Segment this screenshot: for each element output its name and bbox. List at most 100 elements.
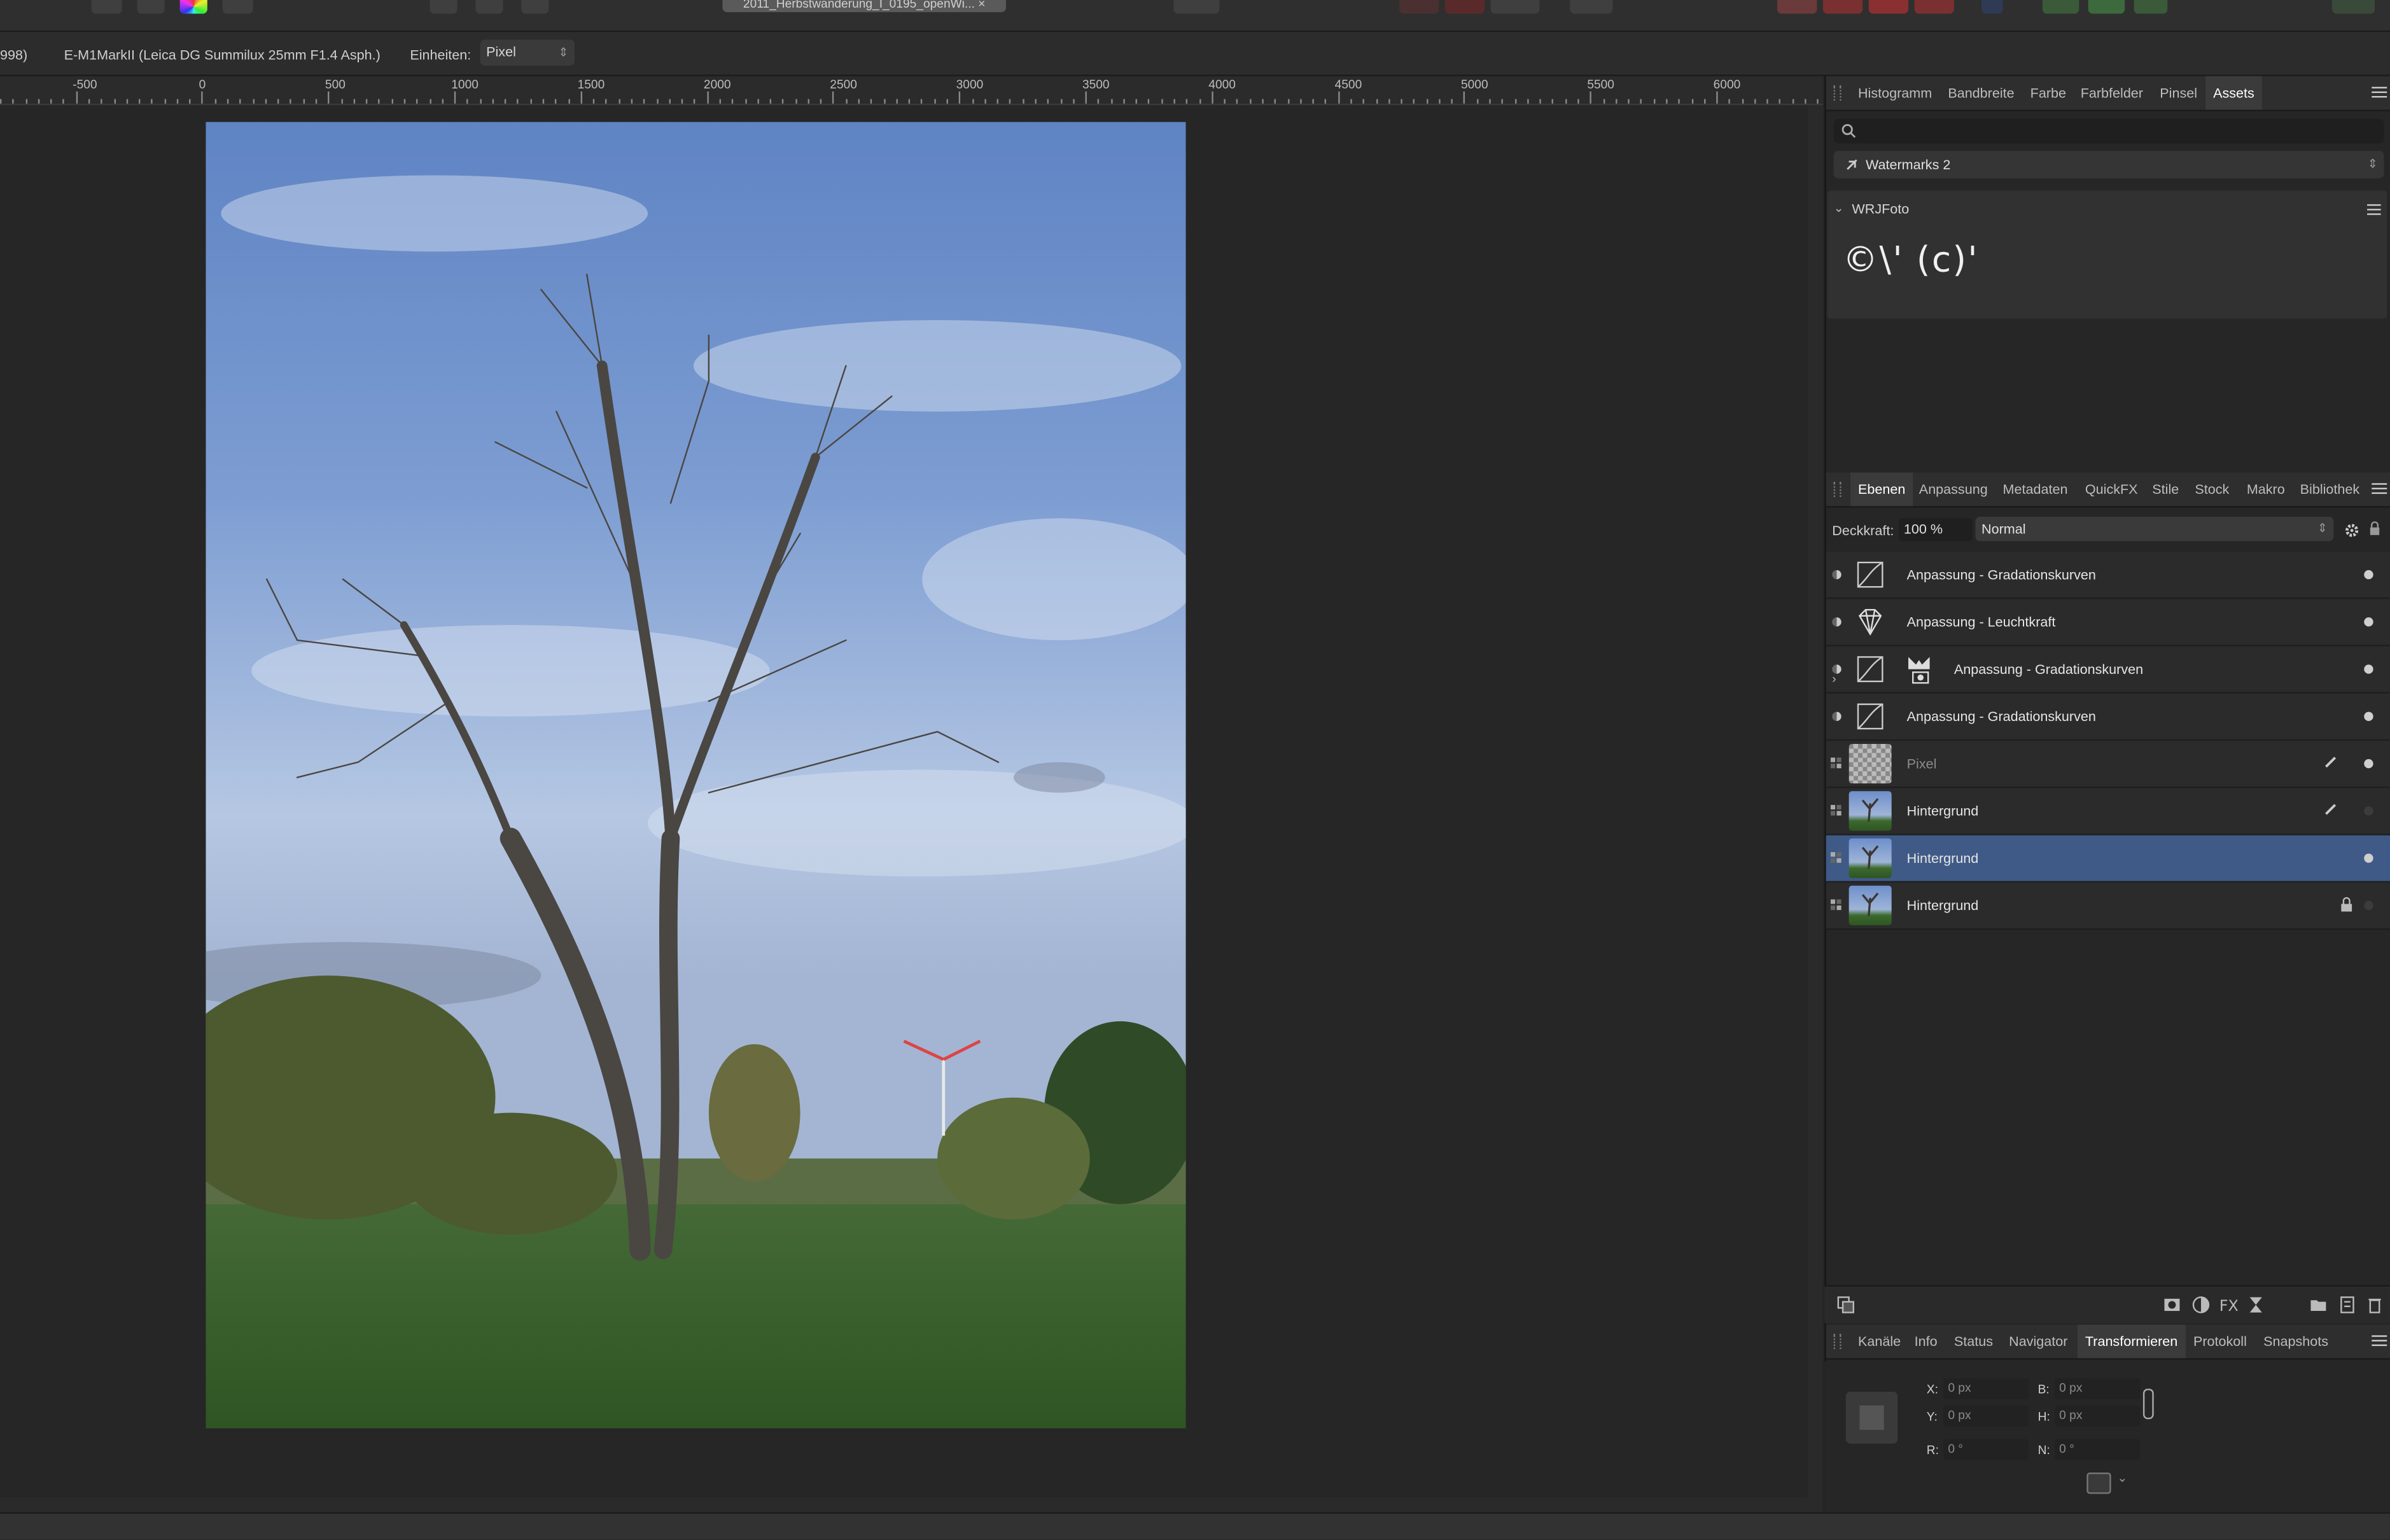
visibility-toggle[interactable]: [2364, 759, 2373, 769]
visibility-toggle[interactable]: [2364, 711, 2373, 722]
panel-menu-icon[interactable]: [2372, 84, 2387, 102]
toolbar-button-arrange2[interactable]: [1822, 0, 1863, 14]
tab-bibliothek[interactable]: Bibliothek: [2300, 473, 2359, 507]
blend-icon[interactable]: [1831, 710, 1843, 722]
expand-chevron-icon[interactable]: ›: [1832, 672, 1836, 686]
tab-navigator[interactable]: Navigator: [2009, 1325, 2067, 1359]
panel-grip[interactable]: [1833, 1333, 1841, 1349]
color-wheel-icon[interactable]: [179, 0, 207, 14]
n-field[interactable]: 0 °: [2054, 1439, 2141, 1460]
toolbar-button-flag[interactable]: [1981, 0, 2003, 14]
panel-grip[interactable]: [1833, 85, 1841, 101]
layer-options-icon[interactable]: [1836, 1296, 1855, 1314]
toolbar-button-grid2[interactable]: [475, 0, 503, 14]
tab-status[interactable]: Status: [1954, 1325, 1993, 1359]
assets-search-input[interactable]: [1833, 118, 2384, 144]
tab-makro[interactable]: Makro: [2247, 473, 2285, 507]
tab-snapshots[interactable]: Snapshots: [2263, 1325, 2328, 1359]
pixel-layer-icon[interactable]: [1830, 757, 1843, 770]
assets-section-header[interactable]: ⌄ WRJFoto: [1827, 190, 2387, 224]
document-tab[interactable]: 2011_Herbstwanderung_I_0195_openWi... ×: [722, 0, 1006, 13]
document-photo[interactable]: [206, 122, 1186, 1429]
layer-row[interactable]: Hintergrund: [1826, 882, 2390, 930]
toolbar-button-snap[interactable]: [1399, 0, 1439, 14]
toolbar-button-grid3[interactable]: [521, 0, 549, 14]
horizontal-ruler[interactable]: -500 0 500 1000 1500 2000 2500 3000 3500 4000 4500…: [0, 76, 1823, 106]
tab-assets[interactable]: Assets: [2205, 76, 2262, 110]
tab-transformieren[interactable]: Transformieren: [2077, 1324, 2186, 1359]
panel-menu-icon[interactable]: [2372, 1333, 2387, 1351]
pixel-layer-icon[interactable]: [1830, 852, 1843, 864]
blend-mode-select[interactable]: Normal ⇕: [1975, 517, 2334, 542]
toolbar-button-green1[interactable]: [2042, 0, 2079, 14]
chevron-down-icon[interactable]: ⌄: [2117, 1471, 2127, 1485]
visibility-toggle[interactable]: [2364, 570, 2373, 580]
user-icon[interactable]: [2331, 0, 2375, 14]
horizontal-scrollbar[interactable]: [0, 1497, 1823, 1513]
layer-row[interactable]: › Anpassung - Gradationskurven: [1826, 646, 2390, 694]
layer-row[interactable]: Pixel: [1826, 741, 2390, 788]
tab-kanaele[interactable]: Kanäle: [1858, 1325, 1901, 1359]
tab-farbfelder[interactable]: Farbfelder: [2081, 76, 2143, 110]
toolbar-button-green3[interactable]: [2134, 0, 2168, 14]
panel-grip[interactable]: [1833, 481, 1841, 497]
visibility-toggle[interactable]: [2364, 900, 2373, 911]
watermark-asset[interactable]: ©\' (c)': [1843, 241, 1979, 280]
tab-bandbreite[interactable]: Bandbreite: [1948, 76, 2014, 110]
trash-icon[interactable]: [2366, 1296, 2384, 1314]
h-field[interactable]: 0 px: [2054, 1405, 2141, 1427]
tab-stock[interactable]: Stock: [2195, 473, 2229, 507]
link-aspect-icon[interactable]: [2142, 1389, 2154, 1420]
layer-row[interactable]: Hintergrund: [1826, 788, 2390, 836]
b-field[interactable]: 0 px: [2054, 1378, 2141, 1399]
toolbar-button-arrange4[interactable]: [1914, 0, 1954, 14]
y-field[interactable]: 0 px: [1943, 1405, 2029, 1427]
tab-info[interactable]: Info: [1915, 1325, 1938, 1359]
toolbar-button-mode[interactable]: [1173, 0, 1220, 14]
tab-pinsel[interactable]: Pinsel: [2160, 76, 2197, 110]
tab-stile[interactable]: Stile: [2152, 473, 2179, 507]
visibility-toggle[interactable]: [2364, 664, 2373, 674]
gear-icon[interactable]: [2344, 523, 2359, 538]
new-layer-icon[interactable]: [2338, 1296, 2357, 1314]
lock-icon[interactable]: [2340, 896, 2354, 913]
x-field[interactable]: 0 px: [1943, 1378, 2029, 1399]
tab-metadaten[interactable]: Metadaten: [2003, 473, 2068, 507]
visibility-toggle[interactable]: [2364, 617, 2373, 627]
blend-icon[interactable]: [1831, 616, 1843, 628]
toolbar-button-export[interactable]: [1570, 0, 1613, 14]
toolbar-button-persona[interactable]: [91, 0, 122, 14]
tab-quickfx[interactable]: QuickFX: [2085, 473, 2138, 507]
r-field[interactable]: 0 °: [1943, 1439, 2029, 1460]
blend-icon[interactable]: [1831, 568, 1843, 580]
pixel-layer-icon[interactable]: [1830, 804, 1843, 817]
tab-farbe[interactable]: Farbe: [2030, 76, 2066, 110]
lock-icon[interactable]: [2368, 521, 2380, 536]
anchor-selector[interactable]: [1845, 1392, 1898, 1444]
section-menu-icon[interactable]: [2367, 201, 2381, 215]
tab-protokoll[interactable]: Protokoll: [2193, 1325, 2247, 1359]
panel-menu-icon[interactable]: [2372, 480, 2387, 499]
toolbar-button-grid1[interactable]: [430, 0, 458, 14]
tab-histogramm[interactable]: Histogramm: [1858, 76, 1932, 110]
fx-icon[interactable]: FX: [2219, 1296, 2238, 1314]
visibility-toggle[interactable]: [2364, 806, 2373, 816]
units-select[interactable]: Pixel ⇕: [480, 39, 575, 66]
transform-origin-button[interactable]: [2086, 1472, 2111, 1494]
pixel-layer-icon[interactable]: [1830, 899, 1843, 911]
toolbar-button-snap2[interactable]: [1444, 0, 1485, 14]
assets-category-select[interactable]: Watermarks 2 ⇕: [1833, 151, 2384, 179]
child-layer-icon[interactable]: [1901, 651, 1937, 687]
layer-row[interactable]: Hintergrund: [1826, 835, 2390, 883]
toolbar-button-green2[interactable]: [2088, 0, 2125, 14]
tab-anpassung[interactable]: Anpassung: [1919, 473, 1988, 507]
toolbar-button-snap3[interactable]: [1490, 0, 1540, 14]
layer-row[interactable]: Anpassung - Leuchtkraft: [1826, 599, 2390, 647]
toolbar-button-adjust[interactable]: [137, 0, 165, 14]
layer-row[interactable]: Anpassung - Gradationskurven: [1826, 693, 2390, 741]
toolbar-button-arrange1[interactable]: [1777, 0, 1817, 14]
layer-row[interactable]: Anpassung - Gradationskurven: [1826, 552, 2390, 599]
vertical-scrollbar[interactable]: [1807, 105, 1823, 1497]
toolbar-button-tools[interactable]: [222, 0, 253, 14]
toolbar-button-arrange3[interactable]: [1868, 0, 1909, 14]
